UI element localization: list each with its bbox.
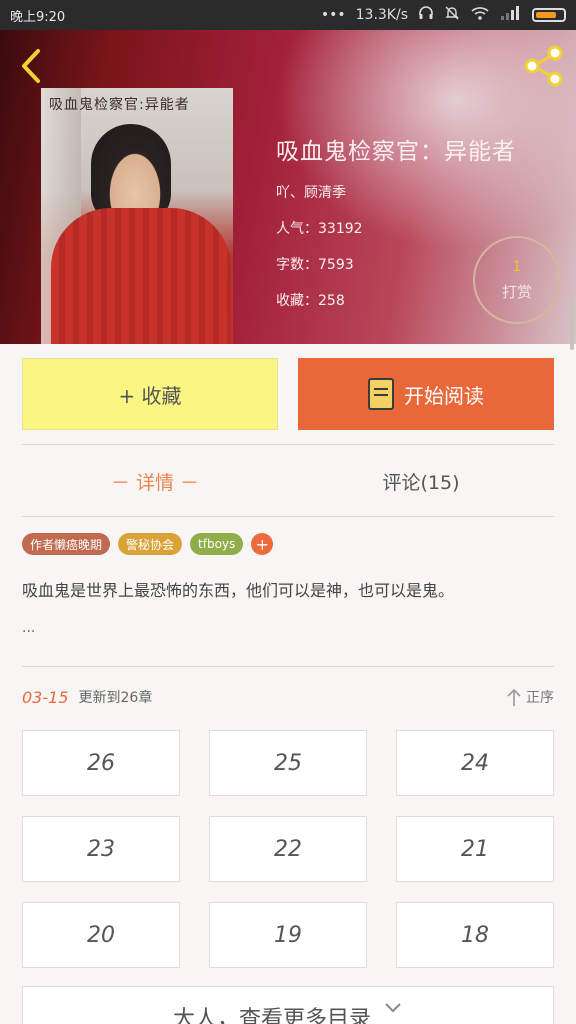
chapter-button[interactable]: 24 [396,730,554,796]
tag-list: 作者懒癌晚期 警秘协会 tfboys + [22,533,274,555]
sort-label: 正序 [526,690,554,706]
wifi-icon [470,5,490,25]
update-text: 更新到26章 [78,690,153,706]
signal-icon [500,6,522,24]
divider [22,444,554,445]
more-chapters-label: 大人，查看更多目录 [172,1007,371,1024]
chapter-button[interactable]: 19 [209,902,367,968]
book-header: 吸血鬼检察官:异能者 吸血鬼检察官：异能者 吖、顾清季 人气：33192 字数：… [0,30,576,344]
tab-bar: － 详情 － 评论(15) [22,446,554,516]
status-time: 晚上9:20 [10,9,66,25]
battery-icon [532,8,566,22]
chevron-left-icon [22,49,40,83]
bell-off-icon [444,5,460,25]
arrow-up-icon [507,688,521,706]
scrollbar[interactable] [570,300,574,350]
tip-count: 1 [512,258,522,275]
back-button[interactable] [14,46,48,86]
chapter-button[interactable]: 22 [209,816,367,882]
book-title: 吸血鬼检察官：异能者 [276,139,516,165]
chapter-button[interactable]: 23 [22,816,180,882]
headphones-icon [418,5,434,25]
expand-description-button[interactable]: ··· [22,624,35,640]
update-info: 03-15 更新到26章 正序 [22,684,554,710]
add-favorite-button[interactable]: + 收藏 [22,358,278,430]
book-popularity: 人气：33192 [276,221,363,237]
chapter-grid: 26 25 24 23 22 21 20 19 18 [22,730,554,968]
share-button[interactable] [522,44,566,88]
tab-details[interactable]: － 详情 － [22,446,288,516]
chapter-button[interactable]: 21 [396,816,554,882]
status-icons: ••• 13.3K/s [321,5,566,25]
chapter-button[interactable]: 25 [209,730,367,796]
share-icon [524,45,563,87]
dots-icon: ••• [320,7,346,23]
tip-button[interactable]: 1 打赏 [473,236,561,324]
chevron-down-icon [385,1003,401,1013]
tag-item[interactable]: tfboys [190,533,244,555]
book-author[interactable]: 吖、顾清季 [276,182,516,202]
network-speed: 13.3K/s [355,7,408,23]
divider [22,516,554,517]
cover-title: 吸血鬼检察官:异能者 [49,97,190,113]
tag-item[interactable]: 作者懒癌晚期 [22,533,111,555]
book-cover[interactable]: 吸血鬼检察官:异能者 [41,88,233,344]
chapter-button[interactable]: 26 [22,730,180,796]
start-reading-button[interactable]: 开始阅读 [298,358,554,430]
more-chapters-button[interactable]: 大人，查看更多目录 [22,986,554,1024]
status-bar: 晚上9:20 ••• 13.3K/s [0,0,576,30]
add-favorite-label: + 收藏 [118,383,182,408]
tip-label: 打赏 [501,282,532,301]
divider [22,666,554,667]
book-description: 吸血鬼是世界上最恐怖的东西，他们可以是神，也可以是鬼。 [22,581,455,600]
cover-sweater [51,208,231,344]
update-date: 03-15 [22,687,69,707]
chapter-button[interactable]: 20 [22,902,180,968]
action-buttons: + 收藏 开始阅读 [22,358,554,430]
sort-button[interactable]: 正序 [506,687,554,707]
tag-item[interactable]: 警秘协会 [118,533,183,555]
tab-comments[interactable]: 评论(15) [288,446,554,516]
start-reading-label: 开始阅读 [404,383,484,408]
chapter-button[interactable]: 18 [396,902,554,968]
add-tag-button[interactable]: + [251,533,274,555]
book-icon [368,378,394,410]
